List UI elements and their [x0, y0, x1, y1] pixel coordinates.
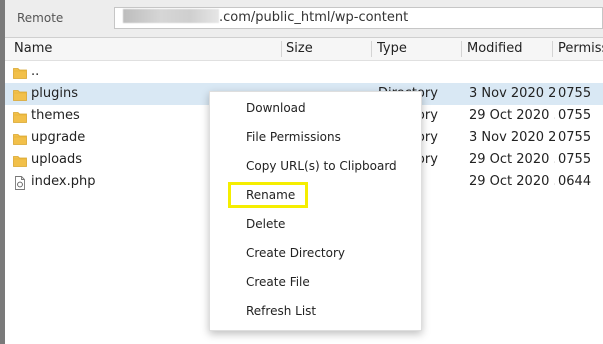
- column-header-size[interactable]: Size: [286, 38, 366, 60]
- remote-path-input[interactable]: .com/public_html/wp-content: [114, 7, 603, 29]
- column-divider[interactable]: [552, 41, 553, 57]
- menu-item-label: Refresh List: [246, 304, 317, 318]
- menu-item-refresh-list[interactable]: Refresh List: [210, 297, 421, 326]
- column-divider[interactable]: [461, 41, 462, 57]
- menu-item-rename[interactable]: Rename: [210, 181, 421, 210]
- file-modified: 3 Nov 2020 2...: [469, 130, 555, 145]
- folder-icon: [13, 131, 27, 145]
- menu-item-label: Create File: [246, 275, 310, 289]
- menu-item-label: Delete: [246, 217, 286, 231]
- menu-item-file-permissions[interactable]: File Permissions: [210, 123, 421, 152]
- column-header-modified[interactable]: Modified: [467, 38, 547, 60]
- file-permissions: [558, 61, 603, 83]
- menu-item-download[interactable]: Download: [210, 94, 421, 123]
- folder-icon: [13, 87, 27, 101]
- file-modified: 3 Nov 2020 2...: [469, 86, 555, 101]
- menu-item-copy-url-s-to-clipboard[interactable]: Copy URL(s) to Clipboard: [210, 152, 421, 181]
- menu-item-label: Download: [246, 101, 306, 115]
- menu-item-label: File Permissions: [246, 130, 341, 144]
- file-modified: 29 Oct 2020 ...: [469, 174, 555, 189]
- php-file-icon: [13, 175, 27, 190]
- menu-item-label: Create Directory: [246, 246, 345, 260]
- column-header-name[interactable]: Name: [14, 38, 274, 60]
- file-permissions: 0644: [558, 174, 592, 189]
- context-menu: Download File Permissions Copy URL(s) to C…: [209, 91, 422, 331]
- file-modified: 29 Oct 2020 ...: [469, 152, 555, 167]
- column-header-type[interactable]: Type: [377, 38, 457, 60]
- file-modified: [469, 61, 555, 83]
- column-divider[interactable]: [281, 41, 282, 57]
- file-list-header: Name Size Type Modified Permiss: [5, 38, 603, 61]
- folder-icon: [13, 153, 27, 167]
- file-permissions: 0755: [558, 130, 592, 145]
- menu-item-create-directory[interactable]: Create Directory: [210, 239, 421, 268]
- menu-item-create-file[interactable]: Create File: [210, 268, 421, 297]
- file-row[interactable]: ..: [5, 61, 603, 83]
- folder-icon: [13, 109, 27, 123]
- menu-item-label: Rename: [246, 188, 296, 202]
- file-type: [378, 61, 464, 83]
- file-name: ..: [31, 64, 40, 79]
- file-permissions: 0755: [558, 152, 592, 167]
- column-divider[interactable]: [371, 41, 372, 57]
- file-permissions: 0755: [558, 86, 592, 101]
- file-modified: 29 Oct 2020 ...: [469, 108, 555, 123]
- remote-label: Remote: [17, 11, 64, 25]
- remote-path-bar: Remote .com/public_html/wp-content: [5, 0, 603, 38]
- column-header-permissions[interactable]: Permiss: [558, 38, 603, 60]
- menu-item-delete[interactable]: Delete: [210, 210, 421, 239]
- remote-path-text: .com/public_html/wp-content: [219, 10, 409, 25]
- menu-item-label: Copy URL(s) to Clipboard: [246, 159, 397, 173]
- file-permissions: 0755: [558, 108, 592, 123]
- folder-icon: [13, 65, 27, 79]
- redacted-domain: [123, 9, 219, 23]
